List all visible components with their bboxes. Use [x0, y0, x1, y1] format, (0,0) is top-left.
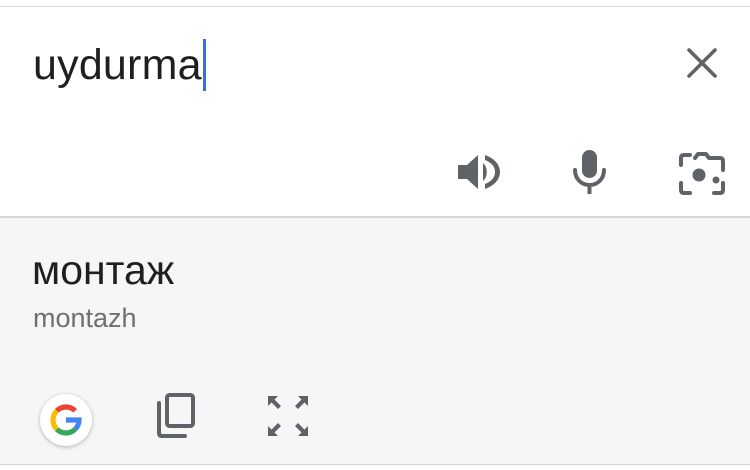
clear-text-button[interactable]: [682, 43, 722, 83]
close-icon: [687, 48, 717, 78]
transliteration-text: montazh: [33, 303, 137, 333]
copy-button[interactable]: [152, 392, 200, 440]
source-input-panel[interactable]: uydurma: [0, 7, 750, 217]
google-logo-icon: [50, 404, 82, 436]
bottom-border: [0, 464, 750, 470]
translation-output-panel: монтаж montazh: [0, 218, 750, 464]
camera-translate-button[interactable]: [678, 150, 726, 198]
copy-icon: [157, 393, 195, 438]
source-text-value[interactable]: uydurma: [33, 41, 202, 89]
speaker-icon: [458, 155, 500, 189]
camera-lens-icon: [679, 152, 725, 195]
voice-input-button[interactable]: [566, 148, 614, 196]
fullscreen-icon: [268, 396, 308, 436]
translation-text: монтаж: [32, 247, 175, 293]
fullscreen-button[interactable]: [264, 392, 312, 440]
microphone-icon: [573, 150, 606, 194]
listen-button[interactable]: [455, 148, 503, 196]
text-caret: [202, 39, 206, 91]
source-text-input[interactable]: uydurma: [33, 37, 206, 93]
google-search-button[interactable]: [40, 394, 92, 446]
